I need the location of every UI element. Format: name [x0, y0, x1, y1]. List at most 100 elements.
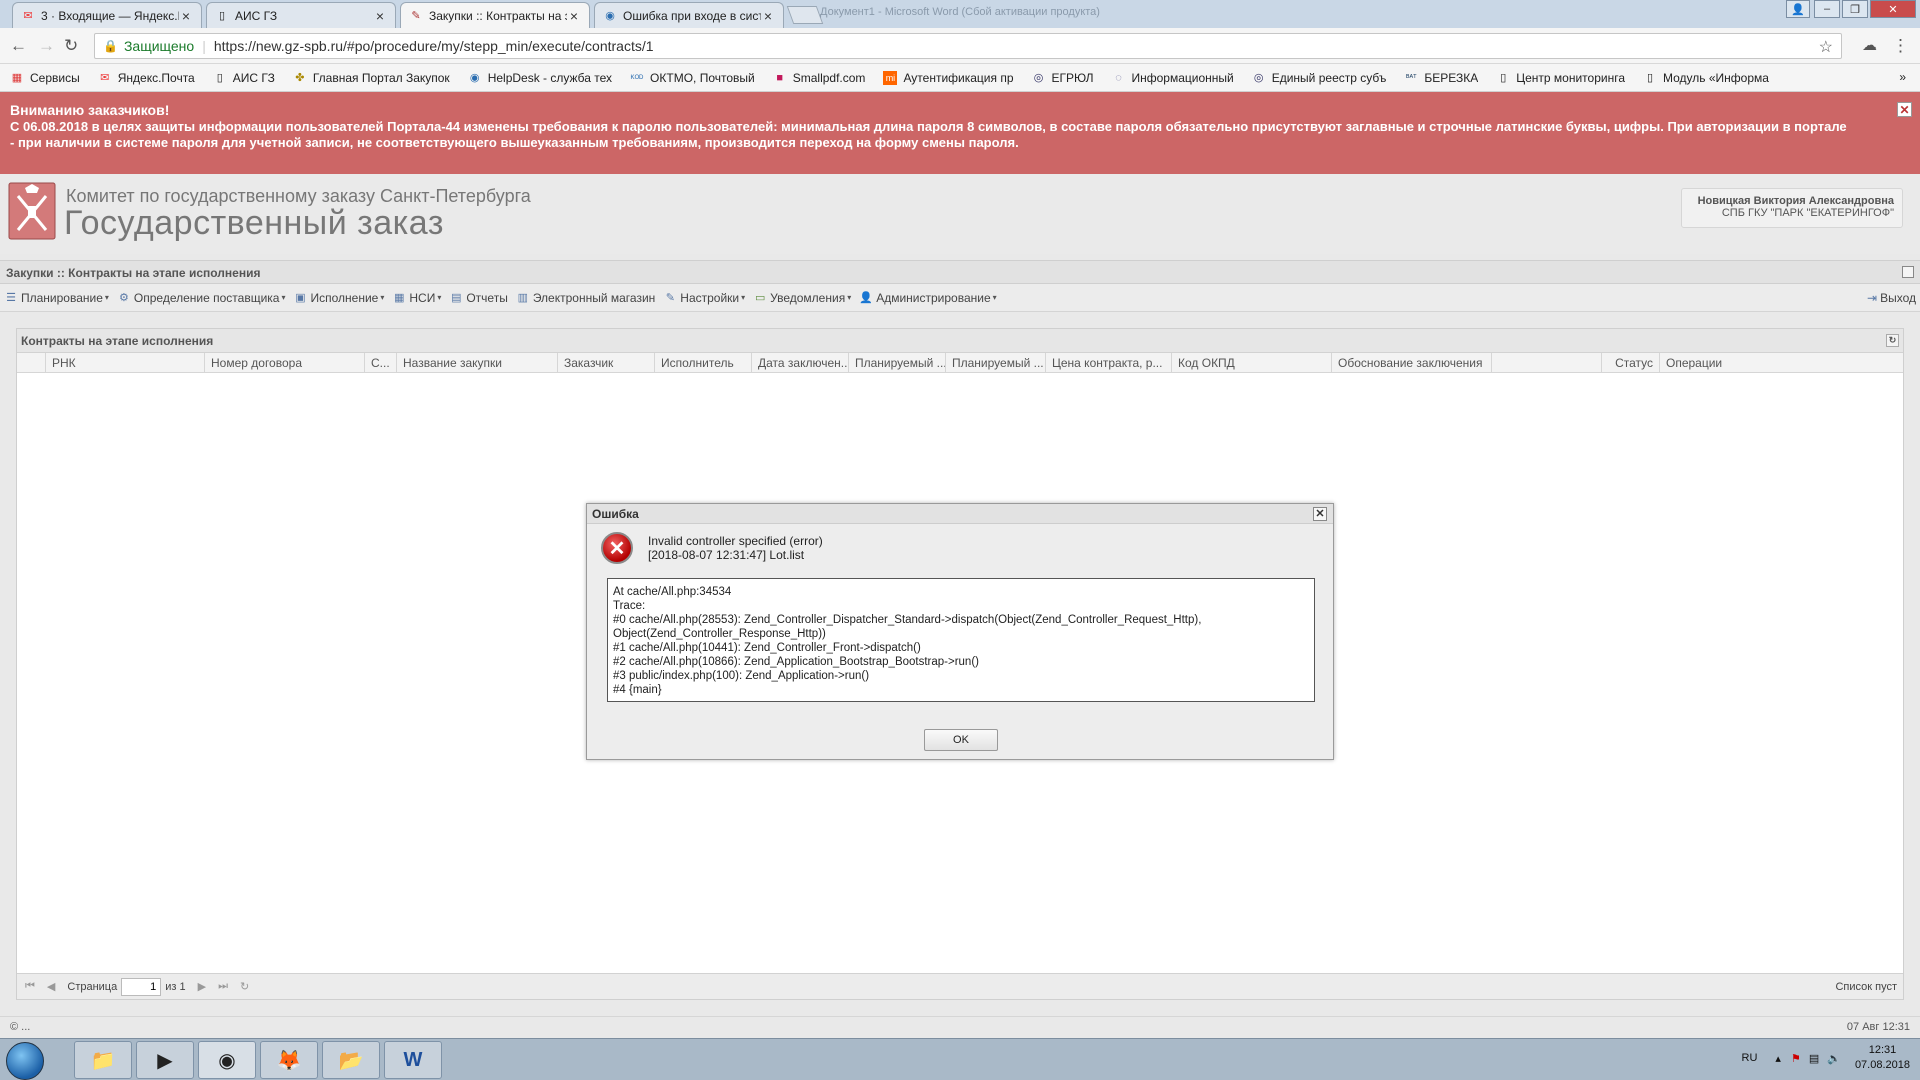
server-time: 07 Авг 12:31: [1846, 1021, 1910, 1033]
first-page-icon[interactable]: ⏮: [25, 980, 35, 993]
chrome-icon[interactable]: ◉: [198, 1041, 256, 1079]
menu-eshop[interactable]: ▥ Электронный магазин: [516, 291, 656, 305]
column-header[interactable]: Название закупки: [397, 353, 558, 373]
close-icon[interactable]: ✕: [1897, 102, 1912, 117]
seal-icon: ◎: [1253, 72, 1264, 84]
report-icon: ▤: [451, 292, 462, 304]
chevron-up-icon[interactable]: ▴: [1775, 1052, 1781, 1065]
user-info[interactable]: Новицкая Виктория Александровна СПБ ГКУ …: [1681, 188, 1903, 228]
column-header[interactable]: Планируемый ...: [849, 353, 946, 373]
menu-notifications[interactable]: ▭ Уведомления ▾: [753, 291, 851, 305]
extension-icon[interactable]: ☁: [1862, 36, 1877, 54]
column-header[interactable]: Номер договора: [205, 353, 365, 373]
tab-contracts[interactable]: ✎ Закупки :: Контракты на этапе ×: [400, 2, 590, 28]
clock[interactable]: 12:31 07.08.2018: [1855, 1043, 1910, 1073]
bookmark-egrul[interactable]: ◎ ЕГРЮЛ: [1032, 71, 1094, 85]
bookmark-registry[interactable]: ◎ Единый реестр субъ: [1252, 71, 1386, 85]
copyright: © ...: [10, 1021, 31, 1033]
bookmark-ais-gz[interactable]: ▯ АИС ГЗ: [213, 71, 275, 85]
column-header[interactable]: Операции: [1660, 353, 1903, 373]
close-window-button[interactable]: ✕: [1870, 0, 1916, 18]
back-icon[interactable]: ←: [10, 36, 27, 56]
column-select[interactable]: [17, 353, 46, 373]
column-header[interactable]: Цена контракта, р...: [1046, 353, 1172, 373]
stack-trace: At cache/All.php:34534 Trace: #0 cache/A…: [607, 578, 1315, 702]
word-icon[interactable]: W: [384, 1041, 442, 1079]
column-header[interactable]: Статус: [1602, 353, 1660, 373]
warning-banner: Вниманию заказчиков! С 06.08.2018 в целя…: [0, 92, 1920, 174]
tab-login-error[interactable]: ◉ Ошибка при входе в систему ×: [594, 2, 784, 28]
menu-settings[interactable]: ✎ Настройки ▾: [663, 291, 745, 305]
bookmark-portal[interactable]: ✤ Главная Портал Закупок: [293, 71, 449, 85]
wrench-icon: ✎: [665, 292, 675, 304]
column-header[interactable]: Исполнитель: [655, 353, 752, 373]
bookmark-smallpdf[interactable]: ■ Smallpdf.com: [773, 71, 865, 85]
lock-icon: 🔒: [103, 39, 118, 53]
chevron-right-icon[interactable]: »: [1899, 70, 1906, 84]
bookmark-yandex-mail[interactable]: ✉ Яндекс.Почта: [98, 71, 195, 85]
bookmark-services[interactable]: ▦ Сервисы: [10, 71, 80, 85]
column-header[interactable]: С...: [365, 353, 397, 373]
flag-icon[interactable]: ⚑: [1791, 1052, 1801, 1065]
column-header[interactable]: Дата заключен...: [752, 353, 849, 373]
menu-planning[interactable]: ☰ Планирование ▾: [4, 291, 109, 305]
forward-icon[interactable]: →: [38, 36, 55, 56]
volume-icon[interactable]: 🔈: [1827, 1052, 1841, 1065]
bookmark-berezka[interactable]: ᴮᴬᵀ БЕРЕЗКА: [1404, 71, 1478, 85]
column-header[interactable]: РНК: [46, 353, 205, 373]
network-icon[interactable]: ▤: [1809, 1052, 1819, 1065]
reload-icon[interactable]: ↻: [64, 36, 78, 56]
close-icon[interactable]: ×: [373, 8, 387, 24]
prev-page-icon[interactable]: ◀: [47, 980, 55, 993]
bookmark-monitoring[interactable]: ▯ Центр мониторинга: [1496, 71, 1625, 85]
column-header[interactable]: Обоснование заключения: [1332, 353, 1492, 373]
bookmark-oktmo[interactable]: ᴷᴼᴰ ОКТМО, Почтовый: [630, 71, 755, 85]
last-page-icon[interactable]: ⏭: [218, 980, 228, 993]
media-player-icon[interactable]: ▶: [136, 1041, 194, 1079]
menu-nsi[interactable]: ▦ НСИ ▾: [392, 291, 441, 305]
refresh-icon[interactable]: ↻: [240, 980, 249, 993]
empty-list-label: Список пуст: [1835, 981, 1897, 993]
page-number-input[interactable]: [121, 977, 162, 996]
folder-icon[interactable]: 📂: [322, 1041, 380, 1079]
minimize-button[interactable]: –: [1814, 0, 1840, 18]
tab-yandex-mail[interactable]: ✉ 3 · Входящие — Яндекс.Почта ×: [12, 2, 202, 28]
url-input[interactable]: 🔒 Защищено | https://new.gz-spb.ru/#po/p…: [94, 33, 1842, 59]
bookmark-helpdesk[interactable]: ◉ HelpDesk - служба тех: [468, 71, 612, 85]
menu-supplier[interactable]: ⚙ Определение поставщика ▾: [117, 291, 286, 305]
bookmark-info[interactable]: ◌ Информационный: [1111, 71, 1234, 85]
exit-button[interactable]: ⇥ Выход: [1867, 291, 1916, 305]
column-header[interactable]: [1492, 353, 1602, 373]
menu-icon[interactable]: ⋮: [1892, 36, 1909, 56]
collapse-icon[interactable]: [1902, 266, 1914, 278]
firefox-icon[interactable]: 🦊: [260, 1041, 318, 1079]
user-icon[interactable]: 👤: [1786, 0, 1810, 18]
language-indicator[interactable]: RU: [1742, 1052, 1758, 1064]
close-icon[interactable]: ×: [761, 8, 775, 24]
ok-button[interactable]: OK: [924, 729, 998, 751]
explorer-icon[interactable]: 📁: [74, 1041, 132, 1079]
bookmark-module[interactable]: ▯ Модуль «Информа: [1643, 71, 1769, 85]
close-icon[interactable]: ×: [179, 8, 193, 24]
column-header[interactable]: Заказчик: [558, 353, 655, 373]
close-icon[interactable]: ×: [567, 8, 581, 24]
error-message: Invalid controller specified (error) [20…: [648, 534, 823, 562]
seal-icon: ◎: [1033, 72, 1044, 84]
close-icon[interactable]: ✕: [1313, 507, 1327, 521]
menu-execution[interactable]: ▣ Исполнение ▾: [294, 291, 384, 305]
star-icon[interactable]: ☆: [1819, 37, 1833, 57]
tab-ais-gz[interactable]: ▯ АИС ГЗ ×: [206, 2, 396, 28]
site-title: Государственный заказ: [64, 204, 444, 242]
menu-admin[interactable]: 👤 Администрирование ▾: [859, 291, 996, 305]
start-button[interactable]: [6, 1042, 44, 1080]
column-header[interactable]: Планируемый ...: [946, 353, 1046, 373]
new-tab-button[interactable]: [786, 6, 824, 24]
refresh-icon[interactable]: ↻: [1886, 334, 1899, 347]
bookmark-auth[interactable]: mi Аутентификация пр: [883, 70, 1014, 85]
menu-reports[interactable]: ▤ Отчеты: [449, 291, 508, 305]
system-tray: RU ▴ ⚑ ▤ 🔈 12:31 07.08.2018: [1742, 1043, 1910, 1073]
list-icon: ☰: [6, 292, 16, 304]
next-page-icon[interactable]: ▶: [198, 980, 206, 993]
column-header[interactable]: Код ОКПД: [1172, 353, 1332, 373]
maximize-button[interactable]: ❐: [1842, 0, 1868, 18]
